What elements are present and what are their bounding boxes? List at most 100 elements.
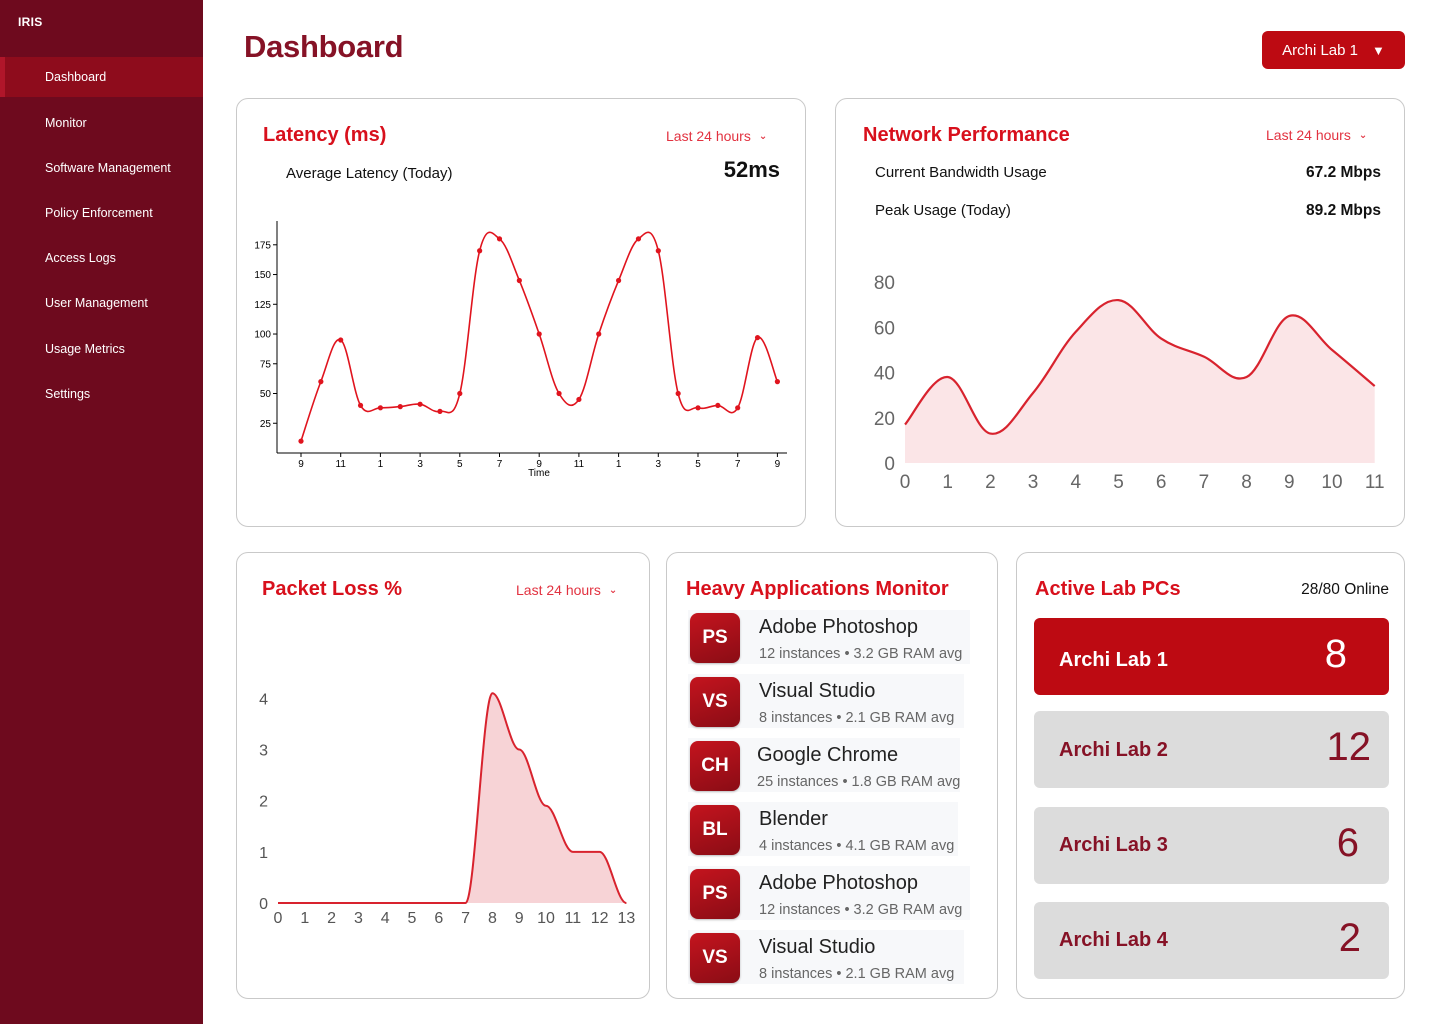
x-tick-label: 0 xyxy=(274,910,283,927)
sidebar-item-access-logs[interactable]: Access Logs xyxy=(0,238,203,278)
app-name: Adobe Photoshop xyxy=(759,872,919,894)
y-tick-label: 20 xyxy=(874,409,895,430)
sidebar-item-policy-enforcement[interactable]: Policy Enforcement xyxy=(0,193,203,233)
network-area-fill xyxy=(905,300,1375,463)
latency-point xyxy=(357,402,364,409)
x-tick-label: 9 xyxy=(775,459,781,470)
network-card: Network Performance Last 24 hours ⌄ Curr… xyxy=(835,98,1405,527)
app-row[interactable]: BL Blender 4 instances • 4.1 GB RAM avg xyxy=(688,802,958,856)
y-tick-label: 3 xyxy=(259,743,268,760)
x-tick-label: 11 xyxy=(574,459,585,470)
app-row[interactable]: PS Adobe Photoshop 12 instances • 3.2 GB… xyxy=(688,610,970,664)
app-meta: 12 instances • 3.2 GB RAM avg xyxy=(759,646,963,662)
lab-count: 6 xyxy=(1336,821,1359,865)
photoshop-app-icon: PS xyxy=(690,613,740,663)
latency-point xyxy=(596,331,602,337)
latency-point xyxy=(516,277,522,284)
x-tick-label: 6 xyxy=(434,910,443,927)
sidebar-item-software-management[interactable]: Software Management xyxy=(0,148,203,188)
latency-point xyxy=(338,337,344,343)
latency-point xyxy=(754,334,761,341)
x-tick-label: 3 xyxy=(354,910,363,927)
y-tick-label: 75 xyxy=(260,359,272,370)
latency-point xyxy=(417,401,423,407)
x-tick-label: 10 xyxy=(537,910,555,927)
y-tick-label: 25 xyxy=(260,419,272,430)
app-name: Blender xyxy=(759,808,828,830)
latency-point xyxy=(715,402,721,409)
caret-down-icon: ▼ xyxy=(1372,42,1385,58)
sidebar-item-dashboard[interactable]: Dashboard xyxy=(0,57,203,97)
x-tick-label: 11 xyxy=(564,910,581,927)
lab-tile-archi-lab-4[interactable]: Archi Lab 4 2 xyxy=(1034,902,1389,979)
lab-count: 2 xyxy=(1338,916,1361,960)
lab-name: Archi Lab 3 xyxy=(1059,834,1168,856)
latency-point xyxy=(298,438,304,444)
latency-point xyxy=(437,408,443,414)
sidebar-item-settings[interactable]: Settings xyxy=(0,374,203,414)
brand-logo: IRIS xyxy=(18,15,43,29)
app-meta: 8 instances • 2.1 GB RAM avg xyxy=(759,710,955,726)
latency-point xyxy=(556,390,562,397)
x-tick-label: 9 xyxy=(515,910,524,927)
x-tick-label: 3 xyxy=(1028,472,1039,493)
latency-point xyxy=(377,405,383,411)
app-row[interactable]: VS Visual Studio 8 instances • 2.1 GB RA… xyxy=(688,930,964,984)
latency-point xyxy=(655,248,661,254)
y-tick-label: 150 xyxy=(254,270,271,281)
y-tick-label: 0 xyxy=(259,896,268,913)
chrome-app-icon: CH xyxy=(690,741,740,791)
x-tick-label: 1 xyxy=(616,459,622,470)
app-row[interactable]: PS Adobe Photoshop 12 instances • 3.2 GB… xyxy=(688,866,970,920)
latency-point xyxy=(536,331,542,337)
visual-studio-app-icon: VS xyxy=(690,933,740,983)
latency-point xyxy=(695,405,701,411)
packet-loss-area-fill xyxy=(278,693,627,903)
x-tick-label: 1 xyxy=(378,459,384,470)
x-tick-label: 8 xyxy=(1241,472,1252,493)
x-tick-label: 1 xyxy=(942,472,953,493)
lab-tile-archi-lab-3[interactable]: Archi Lab 3 6 xyxy=(1034,807,1389,884)
x-tick-label: 13 xyxy=(618,910,636,927)
x-tick-label: 7 xyxy=(1199,472,1210,493)
latency-point xyxy=(496,236,503,242)
sidebar-item-user-management[interactable]: User Management xyxy=(0,283,203,323)
x-tick-label: 9 xyxy=(1284,472,1295,493)
app-meta: 8 instances • 2.1 GB RAM avg xyxy=(759,966,955,982)
heavy-apps-card: Heavy Applications Monitor PS Adobe Phot… xyxy=(666,552,998,999)
visual-studio-app-icon: VS xyxy=(690,677,740,727)
lab-tile-archi-lab-1[interactable]: Archi Lab 1 8 xyxy=(1034,618,1389,695)
latency-point xyxy=(318,379,324,385)
network-area-chart: 0 20 40 60 80 0 1 2 3 4 5 6 7 8 9 10 11 xyxy=(874,273,1385,493)
app-meta: 25 instances • 1.8 GB RAM avg xyxy=(757,774,961,790)
sidebar-item-usage-metrics[interactable]: Usage Metrics xyxy=(0,329,203,369)
y-tick-label: 60 xyxy=(874,318,895,339)
x-tick-label: 4 xyxy=(381,910,390,927)
x-tick-label: 1 xyxy=(300,910,309,927)
app-meta: 4 instances • 4.1 GB RAM avg xyxy=(759,838,955,854)
sidebar: IRIS Dashboard Monitor Software Manageme… xyxy=(0,0,203,1024)
lab-name: Archi Lab 4 xyxy=(1059,929,1168,951)
sidebar-item-monitor[interactable]: Monitor xyxy=(0,103,203,143)
x-tick-label: 5 xyxy=(457,459,463,470)
app-row[interactable]: CH Google Chrome 25 instances • 1.8 GB R… xyxy=(688,738,960,792)
latency-point xyxy=(457,390,463,397)
lab-tile-archi-lab-2[interactable]: Archi Lab 2 12 xyxy=(1034,711,1389,788)
lab-name: Archi Lab 1 xyxy=(1059,649,1168,671)
blender-app-icon: BL xyxy=(690,805,740,855)
online-count: 28/80 Online xyxy=(1301,581,1389,598)
x-tick-label: 7 xyxy=(461,910,470,927)
latency-point xyxy=(576,396,582,403)
active-pcs-title: Active Lab PCs xyxy=(1035,578,1181,600)
latency-point xyxy=(675,390,681,397)
photoshop-app-icon: PS xyxy=(690,869,740,919)
app-name: Google Chrome xyxy=(757,744,899,766)
x-tick-label: 6 xyxy=(1156,472,1167,493)
lab-selector-dropdown[interactable]: Archi Lab 1 ▼ xyxy=(1262,31,1405,69)
app-name: Visual Studio xyxy=(759,680,876,702)
app-row[interactable]: VS Visual Studio 8 instances • 2.1 GB RA… xyxy=(688,674,964,728)
x-tick-label: 7 xyxy=(497,459,503,470)
x-tick-label: 5 xyxy=(1113,472,1124,493)
y-tick-label: 1 xyxy=(259,845,268,862)
latency-line-chart: 2550751001251501759 11 1 3 5 7 9 11 1 3 5 7 9Time xyxy=(254,221,787,479)
